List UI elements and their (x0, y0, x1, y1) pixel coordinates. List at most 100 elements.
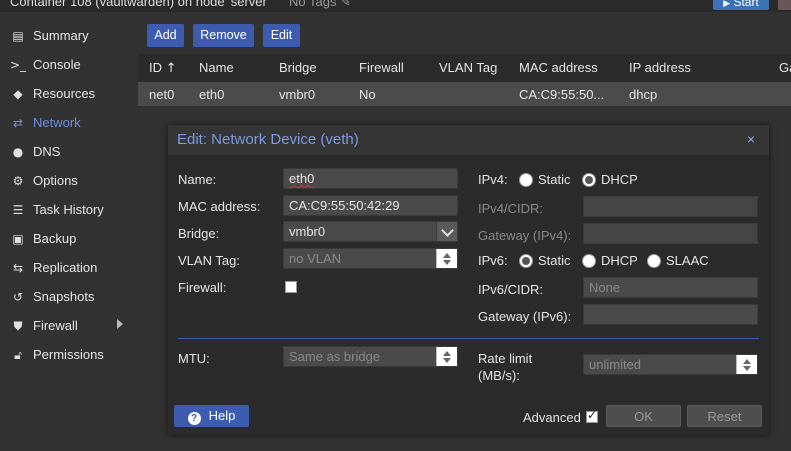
advanced-checkbox[interactable] (586, 408, 598, 423)
cell-firewall: No (359, 87, 376, 102)
ipv6-dhcp-radio[interactable] (582, 254, 596, 268)
gateway-ipv4-label: Gateway (IPv4): (478, 228, 572, 243)
gateway-ipv4-field[interactable] (583, 223, 758, 244)
question-icon: ? (187, 412, 201, 425)
add-button[interactable]: Add (147, 24, 184, 47)
ipv6-static-label[interactable]: Static (538, 253, 571, 268)
sidebar-item-label: Summary (33, 28, 89, 43)
terminal-icon: >_ (10, 58, 27, 72)
column-header-gateway[interactable]: Ga (779, 60, 791, 75)
bridge-select[interactable]: vmbr0 (283, 221, 458, 242)
unlock-icon: 🔓︎ (14, 348, 22, 362)
sidebar-item-options[interactable]: ⚙ Options (0, 166, 138, 195)
sidebar-item-label: Network (33, 115, 81, 130)
ipv4-dhcp-label[interactable]: DHCP (601, 172, 638, 187)
vlan-placeholder: no VLAN (289, 251, 342, 266)
rate-placeholder: unlimited (589, 357, 642, 372)
remove-button[interactable]: Remove (193, 24, 254, 47)
name-label: Name: (178, 172, 217, 187)
name-field[interactable]: eth0 (283, 168, 458, 189)
sidebar-item-dns[interactable]: ● DNS (0, 137, 138, 166)
gateway-ipv6-label: Gateway (IPv6): (478, 309, 572, 324)
ipv6-static-radio[interactable] (519, 254, 533, 268)
rate-limit-unit-label: (MB/s): (478, 368, 520, 383)
cell-bridge: vmbr0 (279, 87, 316, 102)
vlan-label: VLAN Tag: (178, 253, 240, 268)
ipv6-dhcp-label[interactable]: DHCP (601, 253, 638, 268)
cell-ip: dhcp (629, 87, 658, 102)
rate-limit-field[interactable]: unlimited (583, 354, 758, 375)
history-icon: ↺ (12, 290, 24, 304)
tags-label[interactable]: No Tags ✎ (289, 0, 351, 10)
ipv6-cidr-label: IPv6/CIDR: (478, 282, 544, 297)
edit-button[interactable]: Edit (263, 24, 300, 47)
close-icon[interactable]: × (744, 131, 758, 147)
sidebar-item-console[interactable]: >_ Console (0, 50, 138, 79)
ipv6-slaac-radio[interactable] (647, 254, 661, 268)
column-header-mac[interactable]: MAC address (519, 60, 598, 75)
ipv4-static-label[interactable]: Static (538, 172, 571, 187)
gateway-ipv6-field[interactable] (583, 304, 758, 325)
sidebar-item-network[interactable]: ⇄ Network (0, 108, 138, 137)
sidebar-item-label: Task History (33, 202, 104, 217)
sidebar-item-summary[interactable]: ▤ Summary (0, 21, 138, 50)
sidebar-item-label: Console (33, 57, 81, 72)
rate-limit-label: Rate limit (478, 351, 533, 366)
top-bar: Container 108 (vaultwarden) on node 'ser… (0, 0, 791, 12)
mac-field[interactable]: CA:C9:55:50:42:29 (283, 195, 458, 216)
sidebar: ▤ Summary >_ Console ◆ Resources ⇄ Netwo… (0, 12, 138, 451)
mtu-field[interactable]: Same as bridge (283, 346, 458, 367)
table-row[interactable]: net0 eth0 vmbr0 No CA:C9:55:50... dhcp (138, 82, 791, 106)
dialog-header[interactable]: Edit: Network Device (veth) × (168, 125, 769, 155)
firewall-label: Firewall: (178, 280, 227, 295)
cell-id: net0 (149, 87, 175, 102)
sidebar-item-replication[interactable]: ⇆ Replication (0, 253, 138, 282)
ipv4-cidr-field[interactable] (583, 196, 758, 217)
vlan-spinner[interactable] (436, 249, 457, 268)
vlan-field[interactable]: no VLAN (283, 248, 458, 269)
sidebar-item-firewall[interactable]: ⛊ Firewall (0, 311, 138, 340)
sidebar-item-task-history[interactable]: ☰ Task History (0, 195, 138, 224)
help-button[interactable]: ? Help (174, 405, 249, 427)
ipv4-cidr-label: IPv4/CIDR: (478, 201, 544, 216)
column-header-bridge[interactable]: Bridge (279, 60, 317, 75)
sidebar-item-label: Snapshots (33, 289, 95, 304)
dropdown-trigger[interactable] (436, 222, 457, 241)
sidebar-item-label: Replication (33, 260, 98, 275)
sidebar-item-snapshots[interactable]: ↺ Snapshots (0, 282, 138, 311)
firewall-checkbox[interactable] (285, 281, 297, 293)
ipv4-static-radio[interactable] (519, 173, 533, 187)
column-header-ip[interactable]: IP address (629, 60, 691, 75)
sidebar-item-label: Backup (33, 231, 77, 246)
mtu-label: MTU: (178, 351, 210, 366)
start-button[interactable]: ▶ Start (713, 0, 769, 10)
ok-button[interactable]: OK (606, 405, 681, 427)
sidebar-item-label: Resources (33, 86, 96, 101)
ipv6-slaac-label[interactable]: SLAAC (666, 253, 709, 268)
spin-up-icon (443, 253, 451, 258)
advanced-label[interactable]: Advanced (523, 410, 581, 425)
cell-name: eth0 (199, 87, 225, 102)
sidebar-item-backup[interactable]: ▣ Backup (0, 224, 138, 253)
column-header-name[interactable]: Name (199, 60, 234, 75)
caret-right-icon[interactable] (117, 319, 123, 329)
column-header-firewall[interactable]: Firewall (359, 60, 404, 75)
grid-header: ID ↑ Name Bridge Firewall VLAN Tag MAC a… (138, 54, 791, 81)
pencil-icon[interactable]: ✎ (340, 0, 351, 10)
column-header-id[interactable]: ID ↑ (149, 60, 177, 76)
sidebar-item-permissions[interactable]: 🔓︎ Permissions (0, 340, 138, 369)
retweet-icon: ⇆ (12, 261, 24, 275)
ipv6-cidr-field[interactable]: None (583, 277, 758, 298)
ipv4-dhcp-radio[interactable] (582, 173, 596, 187)
rate-spinner[interactable] (736, 355, 757, 374)
sort-asc-icon: ↑ (165, 61, 177, 76)
column-header-vlan[interactable]: VLAN Tag (439, 60, 497, 75)
mtu-spinner[interactable] (436, 347, 457, 366)
sidebar-item-label: Options (33, 173, 78, 188)
globe-icon: ● (12, 145, 24, 159)
spin-down-icon (443, 260, 451, 265)
ipv4-label: IPv4: (478, 172, 508, 187)
sidebar-item-resources[interactable]: ◆ Resources (0, 79, 138, 108)
reset-button[interactable]: Reset (687, 405, 762, 427)
more-button[interactable] (778, 0, 791, 10)
